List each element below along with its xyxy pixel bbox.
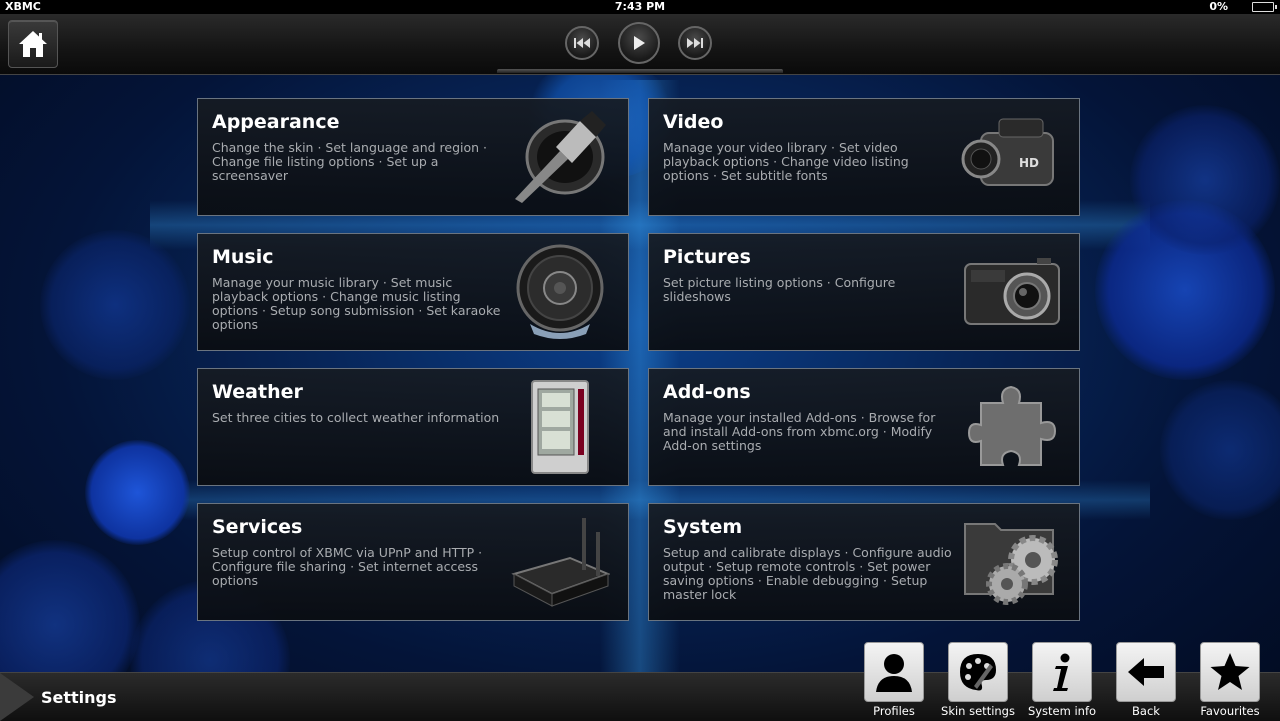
info-icon [1053, 653, 1070, 691]
tile-services[interactable]: Services Setup control of XBMC via UPnP … [197, 503, 629, 621]
tile-title: Pictures [663, 246, 751, 268]
tile-title: Music [212, 246, 274, 268]
background [0, 0, 1280, 720]
tile-weather[interactable]: Weather Set three cities to collect weat… [197, 368, 629, 486]
page-title: Settings [41, 688, 117, 707]
tile-pictures[interactable]: Pictures Set picture listing options · C… [648, 233, 1080, 351]
footer-label: Favourites [1200, 704, 1260, 718]
back-button[interactable] [1116, 642, 1176, 702]
tile-music[interactable]: Music Manage your music library · Set mu… [197, 233, 629, 351]
bokeh [85, 440, 190, 545]
transport-underline [497, 69, 783, 73]
tile-description: Set picture listing options · Configure … [663, 275, 896, 304]
camcorder-icon: HD [961, 118, 1054, 186]
person-icon [876, 654, 912, 692]
favourites-button[interactable] [1200, 642, 1260, 702]
tile-description: Setup and calibrate displays · Configure… [663, 545, 952, 602]
status-bar: XBMC 7:43 PM 0% [0, 0, 1280, 14]
tile-add-ons[interactable]: Add-ons Manage your installed Add-ons · … [648, 368, 1080, 486]
tile-title: System [663, 516, 743, 538]
bokeh [1130, 105, 1280, 255]
footer-label: System info [1027, 704, 1097, 718]
speaker-icon [516, 244, 604, 339]
previous-button[interactable] [565, 26, 599, 60]
camera-icon [964, 258, 1060, 325]
tile-description: Manage your video library · Set video pl… [663, 140, 909, 183]
tile-description: Change the skin · Set language and regio… [212, 140, 488, 183]
battery-percent: 0% [1209, 0, 1228, 13]
tile-title: Appearance [212, 111, 340, 133]
system-info-button[interactable] [1032, 642, 1092, 702]
tile-video[interactable]: Video Manage your video library · Set vi… [648, 98, 1080, 216]
star-icon [1210, 653, 1250, 690]
play-icon [634, 36, 645, 50]
tile-title: Video [663, 111, 724, 133]
footer-label: Back [1132, 704, 1160, 718]
chevron-right-icon [0, 673, 34, 721]
tile-description: Manage your music library · Set music pl… [212, 275, 501, 332]
palette-icon [960, 654, 996, 691]
weather-station-icon [531, 380, 589, 474]
tile-description: Manage your installed Add-ons · Browse f… [663, 410, 936, 453]
tile-title: Weather [212, 381, 303, 403]
arrow-left-icon [1128, 658, 1164, 686]
paintbrush-icon [515, 111, 606, 203]
bokeh [1160, 380, 1280, 520]
tile-appearance[interactable]: Appearance Change the skin · Set languag… [197, 98, 629, 216]
skip-back-icon [574, 38, 590, 48]
profiles-button[interactable] [864, 642, 924, 702]
clock: 7:43 PM [614, 0, 666, 13]
puzzle-icon [967, 385, 1057, 466]
router-icon [511, 518, 610, 607]
bokeh [40, 230, 190, 380]
battery-icon [1252, 2, 1277, 12]
skin-settings-button[interactable] [948, 642, 1008, 702]
tile-description: Set three cities to collect weather info… [212, 410, 500, 425]
top-bar [0, 14, 1280, 75]
tile-description: Setup control of XBMC via UPnP and HTTP … [212, 545, 483, 588]
next-button[interactable] [678, 26, 712, 60]
gears-folder-icon [964, 523, 1058, 605]
transport-controls [0, 22, 1280, 66]
svg-text:HD: HD [1019, 156, 1039, 170]
skip-forward-icon [687, 38, 703, 48]
tile-title: Add-ons [663, 381, 751, 403]
tile-system[interactable]: System Setup and calibrate displays · Co… [648, 503, 1080, 621]
footer-label: Skin settings [941, 704, 1015, 718]
tile-title: Services [212, 516, 303, 538]
play-button[interactable] [618, 22, 660, 64]
footer-label: Profiles [873, 704, 915, 718]
